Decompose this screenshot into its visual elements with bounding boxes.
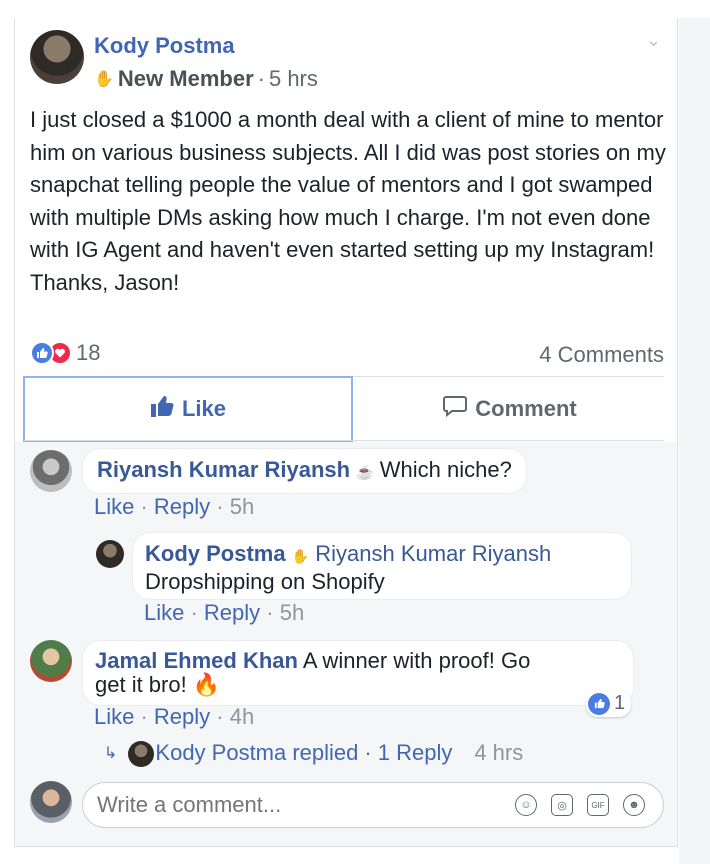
new-member-icon: ✋ [94, 71, 114, 88]
comment-actions: Like · Reply · 5h [94, 494, 255, 519]
avatar[interactable] [30, 450, 72, 492]
mention-link[interactable]: Riyansh Kumar Riyansh [315, 541, 551, 566]
comment-bubble: Jamal Ehmed Khan A winner with proof! Go… [82, 640, 634, 706]
comment-bubble: Riyansh Kumar Riyansh ☕ Which niche? [82, 448, 527, 494]
comment-composer[interactable]: ☺ ◎ GIF ☻ [82, 782, 664, 828]
chevron-down-icon[interactable]: ⌄ [646, 30, 661, 51]
gif-icon[interactable]: GIF [587, 794, 609, 816]
comment-time[interactable]: 4h [230, 704, 254, 729]
comment-actions: Like · Reply · 5h [144, 600, 305, 625]
post-meta: ✋ New Member · 5 hrs [94, 66, 318, 92]
thumbs-up-icon [150, 395, 174, 423]
reply-link[interactable]: Reply [204, 600, 260, 625]
comment-label: Comment [475, 396, 577, 421]
reaction-summary[interactable]: 18 [30, 340, 100, 366]
page-gutter [679, 18, 710, 864]
card-edge [14, 846, 678, 847]
commenter-name[interactable]: Jamal Ehmed Khan [95, 648, 298, 673]
sticker-icon[interactable]: ☻ [623, 794, 645, 816]
post-time[interactable]: 5 hrs [269, 66, 318, 92]
speech-bubble-icon [443, 395, 468, 423]
comment-time[interactable]: 5h [280, 600, 304, 625]
comments-count[interactable]: 4 Comments [539, 342, 664, 368]
comment-reactions[interactable]: 1 [586, 690, 632, 717]
member-badge: New Member [117, 66, 254, 91]
reply-count: 1 Reply [377, 740, 453, 765]
like-button[interactable]: Like [23, 376, 353, 442]
comment-input[interactable] [97, 792, 477, 818]
like-label: Like [181, 396, 227, 421]
comment-actions: Like · Reply · 4h [94, 704, 255, 729]
reply-bubble: Kody Postma ✋ Riyansh Kumar Riyansh Drop… [132, 532, 632, 600]
author-avatar[interactable] [30, 30, 84, 84]
comment-text: A winner with proof! Go [302, 648, 531, 673]
like-link[interactable]: Like [94, 494, 134, 519]
meta-separator: · [257, 66, 265, 91]
commenter-name[interactable]: Kody Postma [145, 541, 286, 566]
comment-text: Dropshipping on Shopify [145, 569, 385, 594]
composer-tools: ☺ ◎ GIF ☻ [515, 794, 645, 816]
replied-label: Kody Postma replied [155, 740, 359, 765]
divider-bottom [24, 440, 664, 441]
camera-icon[interactable]: ◎ [551, 794, 573, 816]
reply-link[interactable]: Reply [154, 494, 210, 519]
fire-icon: 🔥 [192, 672, 221, 697]
reply-time: 4 hrs [474, 740, 524, 765]
new-member-icon: ✋ [291, 548, 310, 564]
comment-time[interactable]: 5h [230, 494, 254, 519]
comment-button[interactable]: Comment [356, 378, 664, 440]
author-name[interactable]: Kody Postma [94, 33, 235, 59]
reply-sep: · [364, 740, 372, 765]
reply-arrow-icon: ↳ [104, 745, 118, 762]
reaction-count: 18 [76, 340, 101, 365]
comment-text: Which niche? [379, 457, 512, 482]
avatar[interactable] [30, 640, 72, 682]
like-link[interactable]: Like [94, 704, 134, 729]
thumbs-up-icon [588, 692, 610, 715]
coffee-badge-icon: ☕ [356, 464, 374, 480]
comment-text-cont: get it bro! [95, 672, 187, 697]
smiley-icon[interactable]: ☺ [515, 794, 537, 816]
reply-link[interactable]: Reply [154, 704, 210, 729]
avatar[interactable] [96, 540, 124, 568]
avatar[interactable] [30, 781, 72, 823]
post-body: I just closed a $1000 a month deal with … [30, 107, 666, 295]
thumbs-up-icon [30, 341, 54, 365]
like-link[interactable]: Like [144, 600, 184, 625]
comment-reaction-count: 1 [614, 692, 626, 714]
commenter-name[interactable]: Riyansh Kumar Riyansh [97, 457, 350, 482]
avatar [128, 741, 154, 767]
view-replies-link[interactable]: ↳ Kody Postma replied · 1 Reply 4 hrs [104, 740, 523, 766]
